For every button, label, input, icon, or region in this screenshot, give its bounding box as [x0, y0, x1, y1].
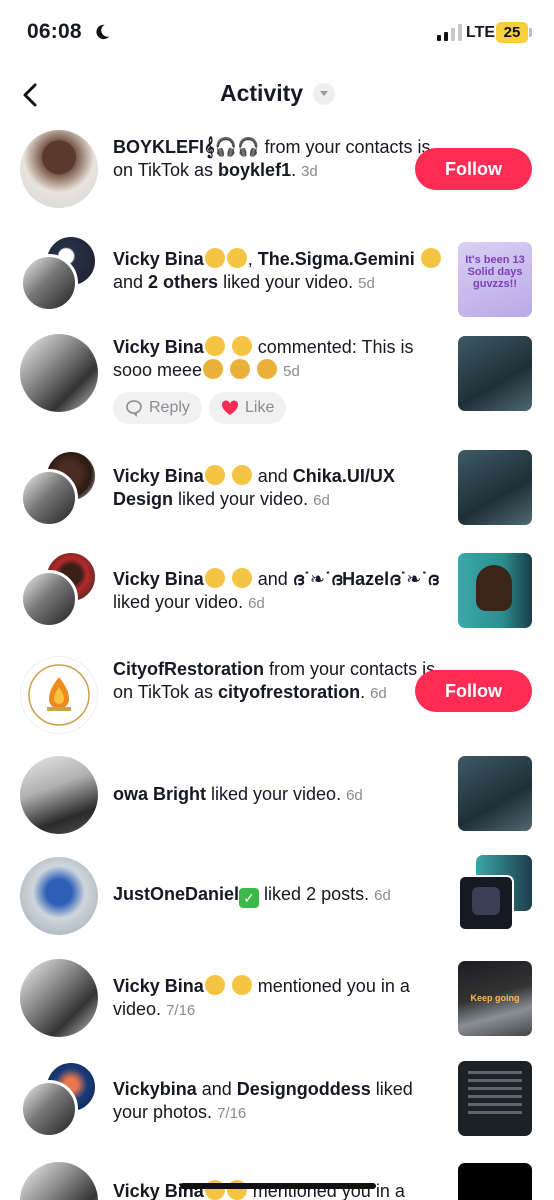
post-thumbnail-front[interactable] — [458, 875, 514, 931]
thumbnail-text: Keep going — [470, 993, 520, 1003]
weary-emoji-icon — [203, 359, 224, 379]
activity-header: Activity — [0, 66, 554, 124]
notification-text: Vicky Bina commented: This is sooo meee … — [113, 336, 414, 380]
notification-row[interactable]: Vicky Bina and Chika.UI/UX Design liked … — [0, 445, 554, 535]
avatar[interactable] — [20, 857, 98, 935]
notification-row[interactable]: JustOneDaniel ✓ liked 2 posts. 6d — [0, 855, 554, 939]
pensive-emoji-icon — [231, 975, 252, 995]
photo-thumbnail[interactable] — [458, 1061, 532, 1136]
signal-icon — [437, 24, 462, 41]
notification-row[interactable]: Vicky Bina mentioned you in a video. 7/1… — [0, 955, 554, 1045]
activity-filter-dropdown[interactable]: Activity — [220, 80, 336, 107]
avatar[interactable] — [20, 570, 78, 628]
back-arrow-icon[interactable] — [18, 80, 42, 110]
pensive-emoji-icon — [231, 568, 252, 588]
pensive-emoji-icon — [231, 465, 252, 485]
notification-text: owa Bright liked your video. 6d — [113, 784, 363, 804]
relieved-emoji-icon — [204, 336, 225, 356]
follow-button[interactable]: Follow — [415, 670, 532, 712]
notification-row[interactable]: BOYKLEFI𝄞🎧🎧 from your contacts is on Tik… — [0, 124, 554, 216]
relieved-emoji-icon — [204, 975, 225, 995]
avatar[interactable] — [20, 334, 98, 412]
notification-row[interactable]: Vickybina and Designgoddess liked your p… — [0, 1058, 554, 1150]
notification-text: Vickybina and Designgoddess liked your p… — [113, 1079, 413, 1122]
avatar[interactable] — [20, 1080, 78, 1138]
notification-text: CityofRestoration from your contacts is … — [113, 659, 436, 702]
notification-text: BOYKLEFI𝄞🎧🎧 from your contacts is on Tik… — [113, 137, 431, 180]
phone-image — [472, 887, 500, 915]
chevron-down-icon — [313, 82, 336, 105]
comment-icon — [126, 400, 142, 417]
relieved-emoji-icon — [204, 248, 225, 268]
avatar[interactable] — [20, 959, 98, 1037]
pensive-emoji-icon — [226, 248, 247, 268]
video-thumbnail[interactable]: It's been 13 Solid days guvzzs!! — [458, 242, 532, 317]
weary-emoji-icon — [257, 359, 278, 379]
video-thumbnail[interactable] — [458, 336, 532, 411]
status-bar: 06:08 LTE 25 — [0, 0, 554, 66]
moon-icon — [96, 24, 110, 40]
check-mark-icon: ✓ — [239, 888, 260, 908]
notification-row[interactable]: Vicky Bina commented: This is sooo meee … — [0, 330, 554, 430]
person-image — [476, 565, 512, 611]
notification-row[interactable]: Vicky Bina and ദ˙❧˙ദHazelദ˙❧˙ദ liked you… — [0, 548, 554, 640]
notification-row[interactable]: CityofRestoration from your contacts is … — [0, 652, 554, 744]
network-label: LTE — [466, 24, 496, 41]
video-thumbnail[interactable] — [458, 756, 532, 831]
notification-text: Vicky Bina and ദ˙❧˙ദHazelദ˙❧˙ദ liked you… — [113, 568, 439, 612]
pensive-emoji-icon — [231, 336, 252, 356]
status-time: 06:08 — [27, 20, 82, 43]
like-button[interactable]: Like — [209, 392, 287, 424]
notification-row[interactable]: Vicky Bina, The.Sigma.Gemini and 2 other… — [0, 230, 554, 317]
reply-button[interactable]: Reply — [113, 392, 202, 424]
thumbnail-text: It's been 13 Solid days guvzzs!! — [465, 254, 525, 290]
weary-emoji-icon — [230, 359, 251, 379]
relieved-emoji-icon — [204, 465, 225, 485]
video-thumbnail[interactable]: Keep going — [458, 961, 532, 1036]
avatar[interactable] — [20, 469, 78, 527]
page-title: Activity — [220, 80, 304, 106]
avatar[interactable] — [20, 656, 98, 734]
video-thumbnail[interactable] — [458, 553, 532, 628]
text-lines — [468, 1071, 522, 1074]
heart-icon — [221, 400, 239, 415]
notification-row[interactable]: Vicky Bina mentioned you in a — [0, 1160, 554, 1200]
notification-text: Vicky Bina mentioned you in a video. 7/1… — [113, 975, 410, 1019]
relieved-emoji-icon — [204, 568, 225, 588]
notification-text: JustOneDaniel ✓ liked 2 posts. 6d — [113, 884, 391, 908]
avatar[interactable] — [20, 756, 98, 834]
church-logo-icon — [28, 664, 90, 726]
video-thumbnail[interactable] — [458, 450, 532, 525]
salute-emoji-icon — [420, 248, 441, 268]
video-thumbnail[interactable] — [458, 1163, 532, 1200]
notification-text: Vicky Bina and Chika.UI/UX Design liked … — [113, 465, 395, 509]
notification-text: Vicky Bina, The.Sigma.Gemini and 2 other… — [113, 248, 443, 295]
avatar[interactable] — [20, 1162, 98, 1200]
notification-row[interactable]: owa Bright liked your video. 6d — [0, 756, 554, 836]
battery-icon: 25 — [496, 22, 528, 43]
avatar[interactable] — [20, 130, 98, 208]
home-indicator — [180, 1183, 376, 1189]
avatar[interactable] — [20, 254, 78, 312]
battery-tip — [529, 28, 532, 37]
follow-button[interactable]: Follow — [415, 148, 532, 190]
